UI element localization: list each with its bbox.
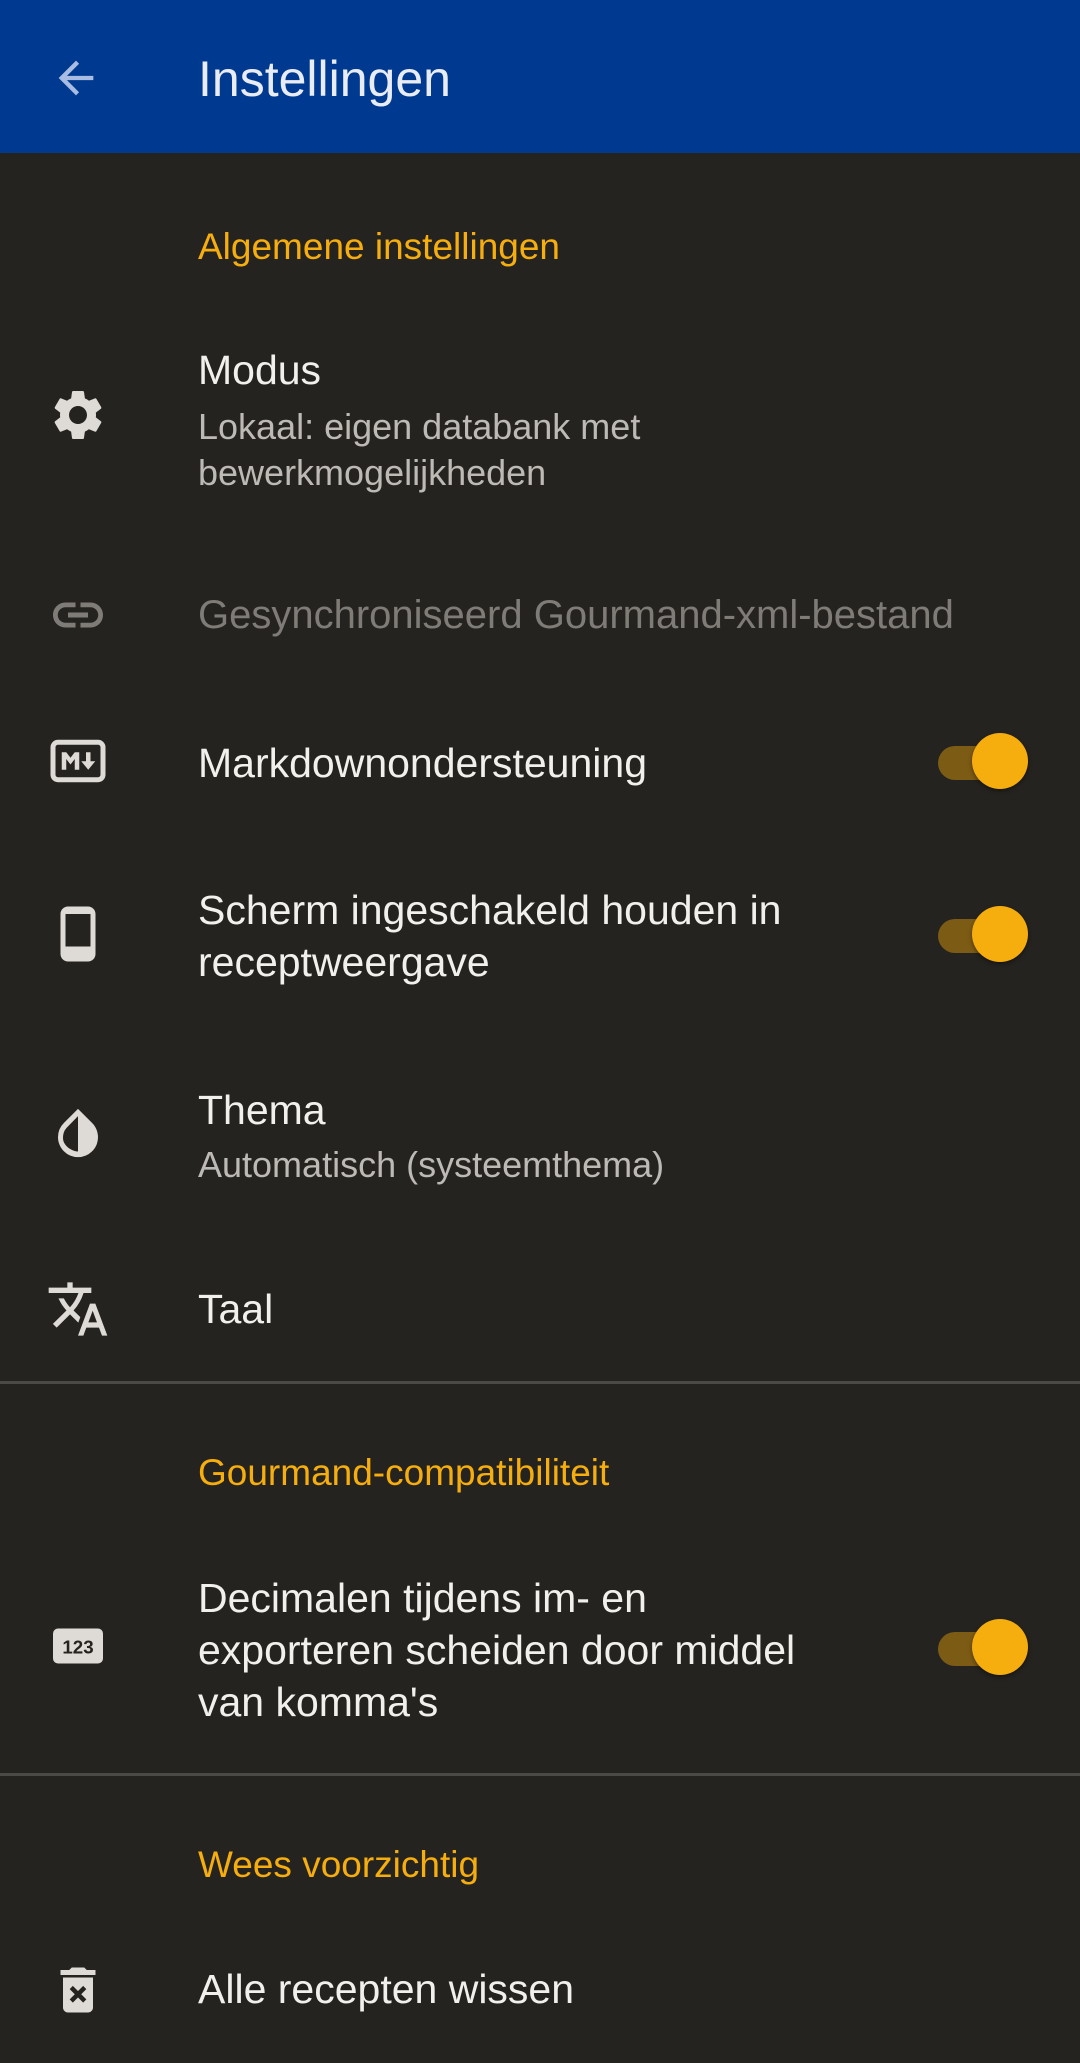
decimal-comma-switch[interactable] <box>936 1618 1028 1676</box>
sync-file-title: Gesynchroniseerd Gourmand-xml-bestand <box>198 593 954 637</box>
setting-language[interactable]: Taal <box>0 1255 1080 1365</box>
setting-decimal-comma[interactable]: 123 Decimalen tijdens im- en exporteren … <box>0 1560 1080 1735</box>
setting-sync-file[interactable]: Gesynchroniseerd Gourmand-xml-bestand <box>0 560 1080 670</box>
keep-screen-on-switch[interactable] <box>936 905 1028 963</box>
decimal-comma-title: Decimalen tijdens im- en exporteren sche… <box>198 1575 796 1725</box>
theme-summary: Automatisch (systeemthema) <box>198 1144 665 1185</box>
section-header-careful: Wees voorzichtig <box>198 1844 480 1885</box>
phone-icon <box>40 896 116 972</box>
back-button[interactable] <box>38 40 114 116</box>
setting-markdown[interactable]: Markdownondersteuning <box>0 705 1080 820</box>
markdown-icon <box>40 723 116 799</box>
mode-summary: Lokaal: eigen databank met bewerkmogelij… <box>198 406 641 493</box>
markdown-title: Markdownondersteuning <box>198 740 647 786</box>
mode-title: Modus <box>198 347 322 393</box>
numbers-icon: 123 <box>40 1608 116 1684</box>
section-divider <box>0 1381 1080 1384</box>
translate-icon <box>40 1271 116 1347</box>
section-header-gourmand: Gourmand-compatibiliteit <box>198 1452 610 1493</box>
keep-screen-on-title: Scherm ingeschakeld houden in receptweer… <box>198 887 782 985</box>
gear-icon <box>40 377 116 453</box>
contrast-icon <box>40 1095 116 1171</box>
switch-thumb <box>972 1619 1028 1675</box>
language-title: Taal <box>198 1286 274 1332</box>
switch-thumb <box>972 906 1028 962</box>
delete-icon <box>40 1952 116 2028</box>
link-icon <box>40 577 116 653</box>
setting-mode[interactable]: Modus Lokaal: eigen databank met bewerkm… <box>0 320 1080 510</box>
setting-delete-all-recipes[interactable]: Alle recepten wissen <box>0 1935 1080 2045</box>
theme-title: Thema <box>198 1087 326 1133</box>
delete-all-recipes-title: Alle recepten wissen <box>198 1966 575 2012</box>
setting-keep-screen-on[interactable]: Scherm ingeschakeld houden in receptweer… <box>0 860 1080 1010</box>
setting-theme[interactable]: Thema Automatisch (systeemthema) <box>0 1060 1080 1210</box>
switch-thumb <box>972 733 1028 789</box>
arrow-back-icon <box>58 60 94 96</box>
app-bar: Instellingen <box>0 0 1080 153</box>
section-divider <box>0 1773 1080 1776</box>
section-header-general: Algemene instellingen <box>198 226 561 267</box>
markdown-switch[interactable] <box>936 732 1028 790</box>
page-title: Instellingen <box>198 51 451 107</box>
svg-text:123: 123 <box>62 1637 93 1658</box>
